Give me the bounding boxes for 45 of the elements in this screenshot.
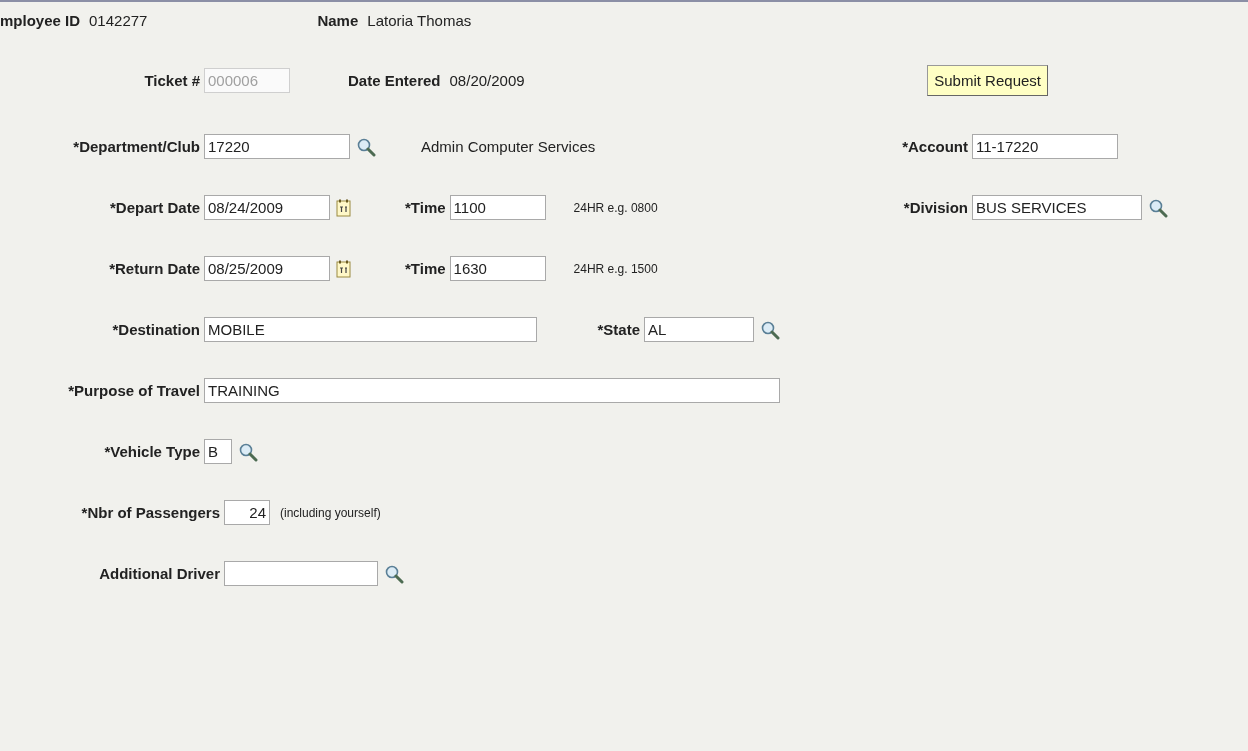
search-icon[interactable] — [238, 441, 258, 462]
field-label: *Department/Club — [73, 138, 200, 155]
input-field[interactable]: 11-17220 — [972, 134, 1118, 159]
field-label: *Nbr of Passengers — [81, 504, 220, 521]
search-icon[interactable] — [356, 136, 376, 157]
field-value: 0142277 — [89, 11, 148, 29]
field-label: *Vehicle Type — [104, 443, 200, 460]
input-field[interactable]: MOBILE — [204, 317, 538, 342]
field-label: *Time — [405, 260, 446, 277]
input-field[interactable]: 24 — [224, 500, 270, 525]
input-field[interactable]: 1100 — [449, 195, 546, 220]
input-field[interactable]: 1630 — [449, 256, 546, 281]
field-value: 08/20/2009 — [449, 71, 525, 89]
input-field[interactable]: 17220 — [204, 134, 350, 159]
field-label: *Time — [405, 199, 446, 216]
hint-text: 24HR e.g. 0800 — [573, 200, 658, 215]
search-icon[interactable] — [1148, 197, 1168, 218]
hint-text: (including yourself) — [280, 505, 381, 520]
field-label: *Destination — [112, 321, 200, 338]
field-value: Latoria Thomas — [367, 11, 472, 29]
field-label: *Division — [903, 199, 968, 216]
submit-button[interactable]: Submit Request — [927, 64, 1048, 96]
field-label: Name — [317, 11, 359, 29]
department-name: Admin Computer Services — [421, 138, 596, 155]
calendar-icon[interactable] — [336, 259, 351, 278]
field-label: *Depart Date — [109, 199, 200, 216]
field-label: Additional Driver — [99, 565, 220, 582]
input-field[interactable]: B — [204, 439, 232, 464]
field-label: *Purpose of Travel — [68, 382, 200, 399]
input-field[interactable]: TRAINING — [204, 378, 780, 403]
input-field[interactable]: BUS SERVICES — [972, 195, 1142, 220]
hint-text: 24HR e.g. 1500 — [573, 261, 658, 276]
field-label: Date Entered — [348, 71, 441, 89]
calendar-icon[interactable] — [336, 198, 351, 217]
field-label: *Account — [902, 138, 968, 155]
search-icon[interactable] — [384, 563, 404, 584]
field-label: *State — [597, 321, 640, 338]
input-field[interactable] — [224, 561, 378, 586]
field-label: mployee ID — [0, 11, 81, 29]
field-label: *Return Date — [109, 260, 200, 277]
input-field[interactable]: AL — [644, 317, 754, 342]
input-field[interactable]: 08/25/2009 — [204, 256, 330, 281]
search-icon[interactable] — [760, 319, 780, 340]
field-label: Ticket # — [144, 71, 200, 89]
input-field[interactable]: 08/24/2009 — [204, 195, 330, 220]
